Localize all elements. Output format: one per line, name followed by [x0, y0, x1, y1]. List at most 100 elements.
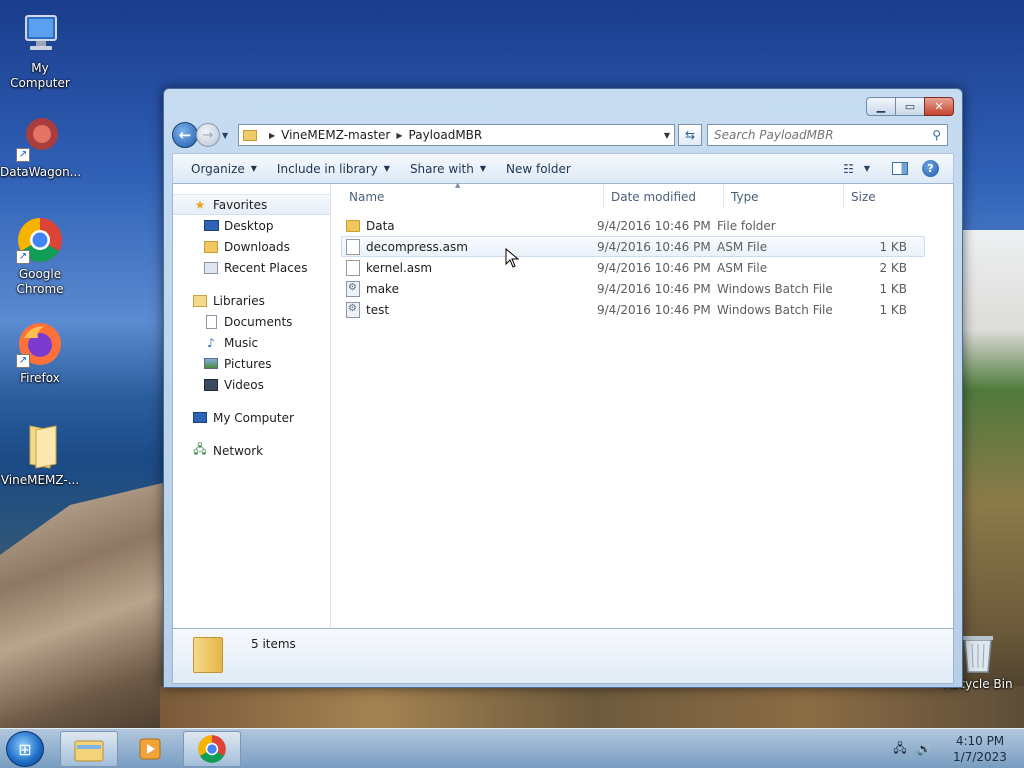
- clock[interactable]: 4:10 PM 1/7/2023: [950, 733, 1010, 765]
- file-size: 2 KB: [879, 260, 907, 275]
- file-list: ▲ Name Date modified Type Size Data 9/4/…: [331, 181, 953, 628]
- wallpaper-rocks: [0, 480, 175, 730]
- help-button[interactable]: ?: [922, 160, 939, 177]
- document-icon: [346, 238, 360, 255]
- file-name: kernel.asm: [366, 260, 433, 275]
- network-icon: 🖧: [193, 442, 207, 456]
- refresh-icon: ⇆: [684, 128, 696, 142]
- desktop-icon-firefox[interactable]: ↗ Firefox: [0, 320, 80, 386]
- folder-icon: [193, 637, 223, 673]
- nav-libraries[interactable]: Libraries: [173, 290, 330, 311]
- file-row-decompress-asm[interactable]: decompress.asm 9/4/2016 10:46 PM ASM Fil…: [341, 236, 925, 257]
- nav-documents[interactable]: Documents: [173, 311, 330, 332]
- new-folder-button[interactable]: New folder: [496, 154, 581, 183]
- include-in-library-label: Include in library: [276, 161, 378, 176]
- desktop-icon: [203, 219, 219, 233]
- file-name: decompress.asm: [366, 239, 468, 254]
- file-size: 1 KB: [879, 281, 907, 296]
- change-view-button[interactable]: ☷ ▼: [835, 162, 878, 176]
- file-row-test[interactable]: test 9/4/2016 10:46 PM Windows Batch Fil…: [341, 299, 925, 320]
- nav-favorites[interactable]: ★ Favorites: [173, 194, 330, 215]
- clock-time: 4:10 PM: [955, 734, 1005, 748]
- nav-network-label: Network: [213, 443, 264, 458]
- nav-network[interactable]: 🖧 Network: [173, 440, 330, 461]
- desktop-icon-my-computer[interactable]: My Computer: [0, 10, 80, 91]
- recent-pages-dropdown[interactable]: ▼: [222, 131, 234, 140]
- command-bar: Organize ▼ Include in library ▼ Share with…: [172, 153, 954, 184]
- desktop-icon-label: Google Chrome: [16, 267, 64, 296]
- share-with-button[interactable]: Share with ▼: [400, 154, 496, 183]
- nav-pictures-label: Pictures: [224, 356, 272, 371]
- column-header-size[interactable]: Size: [844, 184, 922, 209]
- windows-logo-icon: ⊞: [18, 739, 32, 759]
- address-dropdown-icon[interactable]: ▼: [660, 131, 674, 140]
- breadcrumb-arrow-icon[interactable]: ▶: [269, 131, 275, 140]
- organize-button[interactable]: Organize ▼: [181, 154, 267, 183]
- nav-recent-places[interactable]: Recent Places: [173, 257, 330, 278]
- include-in-library-button[interactable]: Include in library ▼: [267, 154, 400, 183]
- desktop-icon-google-chrome[interactable]: ↗ Google Chrome: [0, 216, 80, 297]
- file-row-make[interactable]: make 9/4/2016 10:46 PM Windows Batch Fil…: [341, 278, 925, 299]
- close-button[interactable]: ✕: [924, 97, 954, 116]
- nav-pictures[interactable]: Pictures: [173, 353, 330, 374]
- back-button[interactable]: ←: [172, 122, 198, 148]
- start-button[interactable]: ⊞: [6, 731, 44, 767]
- preview-pane-button[interactable]: [892, 162, 908, 175]
- column-header-type-label: Type: [731, 189, 759, 204]
- taskbar-chrome-button[interactable]: [183, 731, 241, 767]
- folder-icon: [243, 129, 257, 141]
- search-input[interactable]: [714, 128, 914, 142]
- file-size: 1 KB: [879, 239, 907, 254]
- desktop-icon-label: DataWagon...: [0, 165, 82, 179]
- column-header-type[interactable]: Type: [724, 184, 844, 209]
- nav-music[interactable]: ♪ Music: [173, 332, 330, 353]
- document-icon: [346, 259, 360, 276]
- minimize-button[interactable]: ▁: [866, 97, 896, 116]
- breadcrumb-vinememz-master[interactable]: VineMEMZ-master: [281, 128, 390, 142]
- file-row-data[interactable]: Data 9/4/2016 10:46 PM File folder: [341, 215, 925, 236]
- nav-downloads[interactable]: Downloads: [173, 236, 330, 257]
- folder-icon: [16, 422, 64, 470]
- desktop-icon-datawagon[interactable]: ↗ DataWagon...: [0, 114, 82, 180]
- column-header-date-modified[interactable]: Date modified: [604, 184, 724, 209]
- desktop-icon-label: Firefox: [20, 371, 60, 385]
- taskbar-explorer-button[interactable]: [60, 731, 118, 767]
- search-box[interactable]: ⚲: [707, 124, 948, 146]
- maximize-button[interactable]: ▭: [895, 97, 925, 116]
- details-pane: 5 items: [172, 628, 954, 684]
- forward-arrow-icon: →: [202, 127, 214, 143]
- nav-my-computer[interactable]: My Computer: [173, 407, 330, 428]
- chrome-icon: ↗: [16, 216, 64, 264]
- pictures-icon: [203, 357, 219, 371]
- taskbar-media-player-button[interactable]: [121, 731, 179, 767]
- restore-icon: ▭: [904, 100, 916, 113]
- file-row-kernel-asm[interactable]: kernel.asm 9/4/2016 10:46 PM ASM File 2 …: [341, 257, 925, 278]
- nav-videos-label: Videos: [224, 377, 264, 392]
- videos-icon: [203, 378, 219, 392]
- folder-icon: [346, 219, 360, 232]
- item-count: 5 items: [251, 637, 296, 651]
- share-with-label: Share with: [409, 161, 474, 176]
- breadcrumb-payloadmbr[interactable]: PayloadMBR: [409, 128, 483, 142]
- navigation-pane: ★ Favorites Desktop Downloads Recent Pla…: [173, 184, 331, 628]
- address-bar[interactable]: ▶ VineMEMZ-master ▶ PayloadMBR ▼: [238, 124, 675, 146]
- nav-videos[interactable]: Videos: [173, 374, 330, 395]
- column-header-name[interactable]: ▲ Name: [331, 181, 604, 209]
- file-date: 9/4/2016 10:46 PM: [597, 260, 711, 275]
- search-icon[interactable]: ⚲: [932, 128, 941, 142]
- desktop-icon-vinememz-folder[interactable]: VineMEMZ-...: [0, 422, 80, 488]
- refresh-button[interactable]: ⇆: [678, 124, 702, 146]
- batch-file-icon: [346, 280, 360, 297]
- nav-my-computer-label: My Computer: [213, 410, 294, 425]
- nav-favorites-label: Favorites: [213, 197, 268, 212]
- forward-button[interactable]: →: [196, 123, 220, 147]
- file-name: Data: [366, 218, 395, 233]
- breadcrumb-arrow-icon[interactable]: ▶: [396, 131, 402, 140]
- network-status-icon[interactable]: 🖧: [892, 741, 908, 756]
- nav-desktop[interactable]: Desktop: [173, 215, 330, 236]
- back-arrow-icon: ←: [178, 126, 192, 144]
- volume-icon[interactable]: 🔊: [916, 742, 932, 756]
- nav-documents-label: Documents: [224, 314, 293, 329]
